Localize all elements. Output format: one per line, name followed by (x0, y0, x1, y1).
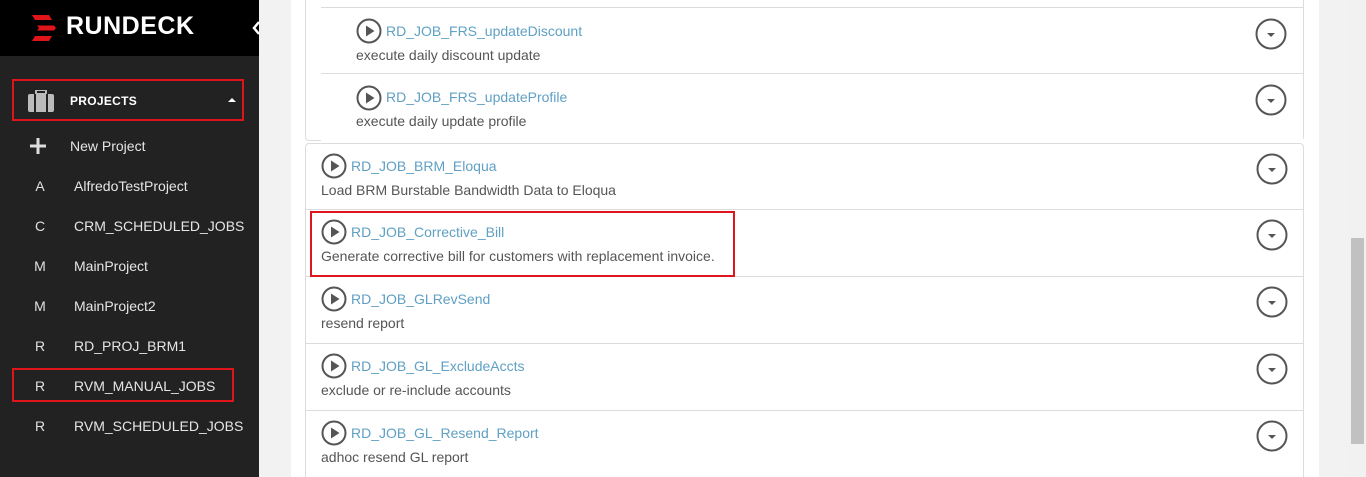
play-circle-icon[interactable] (321, 353, 347, 379)
job-row: RD_JOB_BRM_Eloqua Load BRM Burstable Ban… (305, 143, 1304, 210)
job-row: RD_JOB_GL_ExcludeAccts exclude or re-inc… (305, 344, 1304, 411)
play-circle-icon[interactable] (356, 85, 382, 111)
project-name: RD_PROJ_BRM1 (74, 338, 187, 354)
job-row: RD_JOB_FRS_updateProfile execute daily u… (321, 75, 1303, 141)
chevron-down-circle-icon[interactable] (1256, 286, 1288, 318)
brand-bar: RUNDECK (0, 0, 259, 56)
job-name-link[interactable]: RD_JOB_FRS_updateDiscount (386, 23, 582, 39)
project-name: RVM_SCHEDULED_JOBS (74, 418, 244, 434)
project-letter: A (35, 178, 45, 194)
chevron-down-circle-icon[interactable] (1256, 353, 1288, 385)
job-description: adhoc resend GL report (321, 449, 469, 465)
play-circle-icon[interactable] (356, 18, 382, 44)
play-circle-icon[interactable] (321, 420, 347, 446)
chevron-down-circle-icon[interactable] (1255, 18, 1287, 50)
project-letter: M (34, 298, 46, 314)
sidebar-item-project[interactable]: M MainProject (0, 246, 259, 286)
job-name-link[interactable]: RD_JOB_GL_ExcludeAccts (351, 358, 525, 374)
highlight-annotation (310, 211, 735, 277)
job-name-link[interactable]: RD_JOB_GL_Resend_Report (351, 425, 539, 441)
job-row: RD_JOB_FRS_updateDiscount execute daily … (321, 7, 1303, 74)
projects-header[interactable]: PROJECTS (12, 79, 244, 121)
sidebar-item-project[interactable]: A AlfredoTestProject (0, 166, 259, 206)
new-project-link[interactable]: New Project (0, 126, 259, 166)
job-description: execute daily update profile (356, 113, 527, 129)
chevron-down-circle-icon[interactable] (1256, 153, 1288, 185)
sidebar-item-project[interactable]: R RD_PROJ_BRM1 (0, 326, 259, 366)
project-name: CRM_SCHEDULED_JOBS (74, 218, 245, 234)
briefcase-icon (28, 90, 54, 112)
job-description: resend report (321, 315, 405, 331)
new-project-label: New Project (70, 138, 146, 154)
play-circle-icon[interactable] (321, 153, 347, 179)
job-description: Load BRM Burstable Bandwidth Data to Elo… (321, 182, 616, 198)
brand-name[interactable]: RUNDECK (66, 12, 195, 41)
job-description: exclude or re-include accounts (321, 382, 511, 398)
project-letter: R (34, 418, 46, 434)
chevron-down-circle-icon[interactable] (1256, 420, 1288, 452)
project-letter: C (34, 218, 46, 234)
plus-icon (30, 138, 46, 154)
project-name: MainProject (74, 258, 148, 274)
scrollbar-thumb[interactable] (1351, 238, 1364, 444)
project-name: AlfredoTestProject (74, 178, 188, 194)
projects-label: PROJECTS (70, 94, 138, 108)
job-name-link[interactable]: RD_JOB_GLRevSend (351, 291, 490, 307)
project-letter: M (34, 258, 46, 274)
job-description: execute daily discount update (356, 47, 541, 63)
chevron-down-circle-icon[interactable] (1255, 84, 1287, 116)
job-row: RD_JOB_GL_Resend_Report adhoc resend GL … (305, 411, 1304, 477)
highlight-annotation (12, 368, 234, 402)
job-name-link[interactable]: RD_JOB_FRS_updateProfile (386, 89, 567, 105)
sidebar-item-project[interactable]: R RVM_SCHEDULED_JOBS (0, 406, 259, 446)
job-row: RD_JOB_GLRevSend resend report (305, 277, 1304, 344)
chevron-down-circle-icon[interactable] (1256, 219, 1288, 251)
project-name: MainProject2 (74, 298, 156, 314)
sidebar-item-project[interactable]: C CRM_SCHEDULED_JOBS (0, 206, 259, 246)
sidebar-item-project[interactable]: M MainProject2 (0, 286, 259, 326)
sidebar: RUNDECK PROJECTS New Project A AlfredoTe… (0, 0, 276, 477)
job-name-link[interactable]: RD_JOB_BRM_Eloqua (351, 158, 497, 174)
rundeck-logo-icon[interactable] (32, 15, 56, 41)
project-letter: R (34, 338, 46, 354)
play-circle-icon[interactable] (321, 286, 347, 312)
caret-up-icon (228, 98, 236, 102)
